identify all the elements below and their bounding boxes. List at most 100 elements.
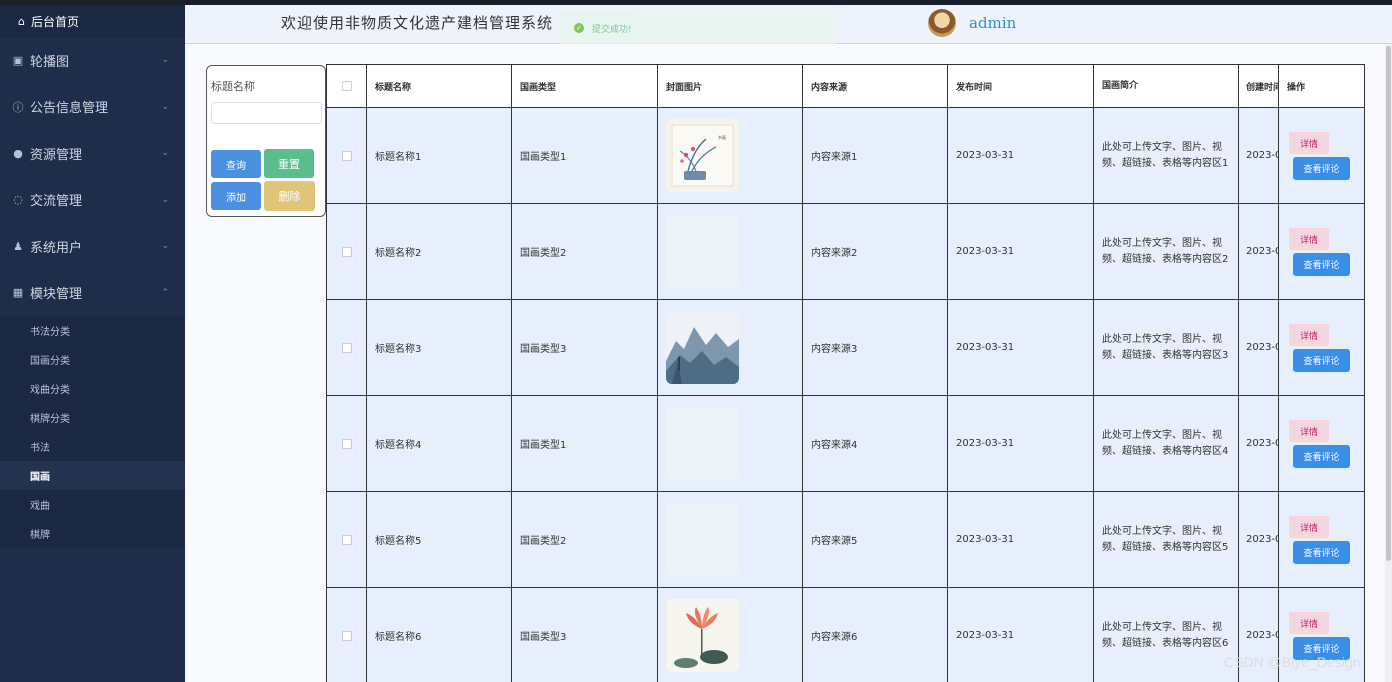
cover-image[interactable] (666, 503, 739, 576)
query-button[interactable]: 查询 (211, 150, 261, 178)
cell-source: 内容来源3 (802, 300, 947, 395)
detail-button[interactable]: 详情 (1289, 228, 1329, 250)
cell-actions: 详情查看评论 (1278, 300, 1365, 395)
data-table: 标题名称 国画类型 封面图片 内容来源 发布时间 国画简介 创建时间 操作 标题… (326, 64, 1365, 682)
cell-type: 国画类型2 (511, 204, 657, 299)
submenu-opera-category[interactable]: 戏曲分类 (0, 374, 185, 403)
title-search-input[interactable] (211, 102, 322, 124)
select-all-checkbox[interactable] (341, 81, 352, 91)
cell-cover (657, 492, 802, 587)
sidebar-home[interactable]: ⌂ 后台首页 (0, 5, 185, 37)
row-select-cell (326, 300, 366, 395)
sidebar-item-notice[interactable]: ⓘ 公告信息管理 ⌄ (0, 84, 185, 131)
cover-image[interactable]: 书画 (666, 119, 739, 192)
cover-image[interactable] (666, 215, 739, 288)
sidebar-item-label: 模块管理 (30, 287, 83, 303)
view-comments-button[interactable]: 查看评论 (1293, 349, 1350, 372)
table-row: 标题名称3 国画类型3 内容来源3 2023-03-31 此处可上传文字、图片、视频、超… (326, 300, 1365, 396)
scrollbar[interactable] (1385, 44, 1392, 682)
cell-intro: 此处可上传文字、图片、视频、超链接、表格等内容区5 (1093, 492, 1238, 587)
success-toast: ✓ 提交成功! (560, 12, 835, 44)
sidebar-item-resource[interactable]: ● 资源管理 ⌄ (0, 130, 185, 177)
check-circle-icon: ✓ (574, 23, 584, 33)
grid-icon: ▦ (12, 286, 24, 300)
column-header[interactable]: 封面图片 (657, 65, 802, 107)
cell-cover (657, 300, 802, 395)
submenu-opera[interactable]: 戏曲 (0, 490, 185, 519)
sidebar-item-label: 系统用户 (30, 240, 83, 256)
detail-button[interactable]: 详情 (1289, 324, 1329, 346)
page-title: 欢迎使用非物质文化遗产建档管理系统 (281, 14, 554, 32)
row-select-cell (326, 492, 366, 587)
cell-intro: 此处可上传文字、图片、视频、超链接、表格等内容区6 (1093, 588, 1238, 682)
view-comments-button[interactable]: 查看评论 (1293, 541, 1350, 564)
view-comments-button[interactable]: 查看评论 (1293, 157, 1350, 180)
sidebar-item-users[interactable]: ♟ 系统用户 ⌄ (0, 223, 185, 270)
row-checkbox[interactable] (341, 342, 352, 353)
table-row: 标题名称2 国画类型2 内容来源2 2023-03-31 此处可上传文字、图片、视频、超… (326, 204, 1365, 300)
row-checkbox[interactable] (341, 438, 352, 449)
detail-button[interactable]: 详情 (1289, 516, 1329, 538)
scrollbar-thumb[interactable] (1386, 46, 1391, 561)
chevron-up-icon: ⌃ (161, 287, 169, 298)
cover-image[interactable] (666, 599, 739, 672)
submenu-painting[interactable]: 国画 (0, 461, 185, 490)
reset-button[interactable]: 重置 (264, 149, 314, 178)
view-comments-button[interactable]: 查看评论 (1293, 253, 1350, 276)
detail-button[interactable]: 详情 (1289, 612, 1329, 634)
chat-icon: ◌ (13, 193, 23, 207)
sidebar-item-carousel[interactable]: ▣ 轮播图 ⌄ (0, 37, 185, 84)
column-header[interactable]: 标题名称 (366, 65, 511, 107)
cell-cover: 书画 (657, 108, 802, 203)
sidebar-item-modules[interactable]: ▦ 模块管理 ⌃ (0, 270, 185, 317)
row-select-cell (326, 204, 366, 299)
row-checkbox[interactable] (341, 534, 352, 545)
cell-date: 2023-03-31 (947, 588, 1093, 682)
submenu-chess[interactable]: 棋牌 (0, 519, 185, 548)
user-icon: ♟ (13, 239, 23, 253)
sidebar-home-label: 后台首页 (30, 14, 79, 29)
column-header[interactable]: 发布时间 (947, 65, 1093, 107)
username[interactable]: admin (969, 14, 1016, 32)
submenu-chess-category[interactable]: 棋牌分类 (0, 403, 185, 432)
cell-type: 国画类型1 (511, 396, 657, 491)
info-icon: ⓘ (12, 100, 24, 114)
row-checkbox[interactable] (341, 150, 352, 161)
sidebar-item-label: 交流管理 (30, 194, 83, 210)
column-header[interactable]: 国画简介 (1093, 65, 1238, 107)
table-row: 标题名称5 国画类型2 内容来源5 2023-03-31 此处可上传文字、图片、视频、超… (326, 492, 1365, 588)
delete-button[interactable]: 删除 (264, 181, 315, 211)
cell-title: 标题名称6 (366, 588, 511, 682)
add-button[interactable]: 添加 (211, 182, 261, 210)
row-checkbox[interactable] (341, 630, 352, 641)
image-icon: ▣ (12, 53, 24, 67)
cell-type: 国画类型2 (511, 492, 657, 587)
view-comments-button[interactable]: 查看评论 (1293, 445, 1350, 468)
cell-title: 标题名称4 (366, 396, 511, 491)
cover-image[interactable] (666, 311, 739, 384)
svg-text:书画: 书画 (718, 134, 726, 140)
cell-source: 内容来源4 (802, 396, 947, 491)
cell-created: 2023-0 (1238, 492, 1278, 587)
search-label: 标题名称 (211, 80, 255, 93)
cell-date: 2023-03-31 (947, 108, 1093, 203)
sidebar-item-exchange[interactable]: ◌ 交流管理 ⌄ (0, 177, 185, 224)
column-header[interactable]: 内容来源 (802, 65, 947, 107)
cell-actions: 详情查看评论 (1278, 204, 1365, 299)
submenu-calligraphy[interactable]: 书法 (0, 432, 185, 461)
detail-button[interactable]: 详情 (1289, 420, 1329, 442)
home-icon: ⌂ (18, 14, 25, 28)
header: 欢迎使用非物质文化遗产建档管理系统 ✓ 提交成功! admin (185, 5, 1392, 44)
cell-cover (657, 204, 802, 299)
row-checkbox[interactable] (341, 246, 352, 257)
detail-button[interactable]: 详情 (1289, 132, 1329, 154)
column-header[interactable]: 创建时间 (1238, 65, 1278, 107)
cover-image[interactable] (666, 407, 739, 480)
cell-source: 内容来源2 (802, 204, 947, 299)
sidebar-submenu: 书法分类 国画分类 戏曲分类 棋牌分类 书法 国画 戏曲 棋牌 (0, 316, 185, 548)
submenu-calligraphy-category[interactable]: 书法分类 (0, 316, 185, 345)
avatar[interactable] (928, 9, 956, 37)
cell-title: 标题名称5 (366, 492, 511, 587)
submenu-painting-category[interactable]: 国画分类 (0, 345, 185, 374)
column-header[interactable]: 国画类型 (511, 65, 657, 107)
